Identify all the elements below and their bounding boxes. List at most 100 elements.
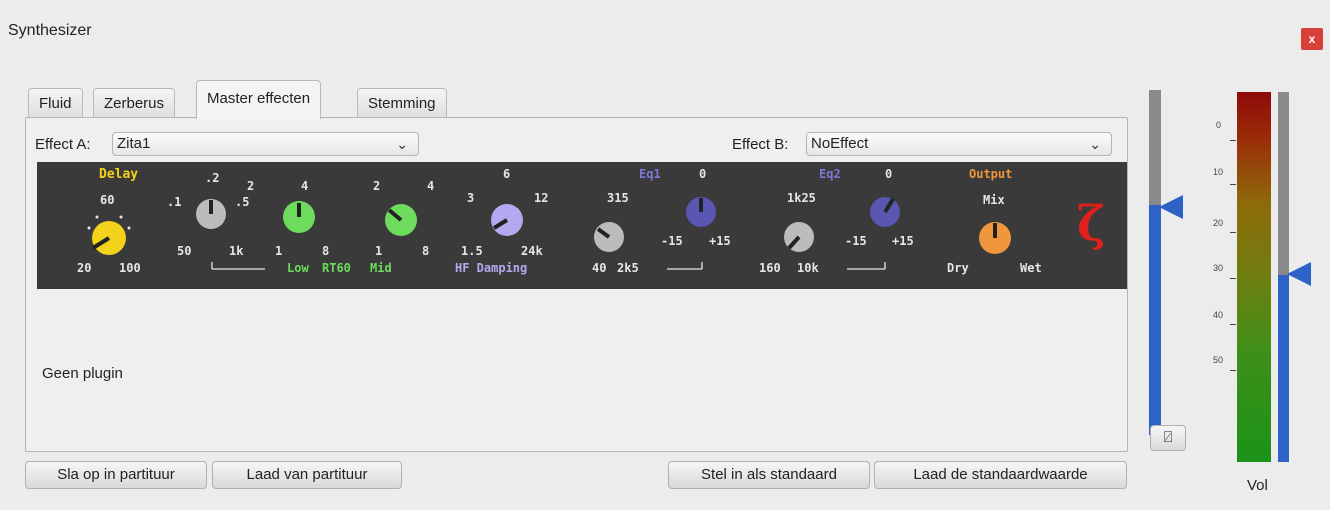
meter-scale-40: 40 — [1213, 310, 1224, 320]
eq2-freq-knob[interactable] — [784, 222, 814, 252]
title-bar: Synthesizer x — [0, 0, 1330, 60]
output-dry-label: Dry — [947, 261, 969, 275]
level-meter — [1237, 92, 1271, 462]
close-button[interactable]: x — [1301, 28, 1323, 50]
meter-scale-20: 20 — [1213, 218, 1224, 228]
hf-top-label: 6 — [503, 167, 510, 181]
meter-tick — [1230, 232, 1236, 233]
zita1-effect-panel: Delay 60 20 100 .2 .1 .5 50 1k 2 4 1 8 2… — [37, 162, 1127, 289]
xover-right-label: 1k — [229, 244, 244, 258]
rt60-mid-knob[interactable] — [385, 204, 417, 236]
volume-slider[interactable] — [1278, 92, 1311, 462]
eq1-title: Eq1 — [639, 167, 661, 181]
load-default-button[interactable]: Laad de standaardwaarde — [874, 461, 1127, 489]
set-as-default-button[interactable]: Stel in als standaard — [668, 461, 870, 489]
output-wet-label: Wet — [1020, 261, 1042, 275]
volume-label: Vol — [1247, 477, 1268, 494]
meter-tick — [1230, 370, 1236, 371]
rt60-low-knob[interactable] — [283, 201, 315, 233]
eq2-freq-top-label: 1k25 — [787, 191, 816, 205]
low-right-label: 8 — [322, 244, 329, 258]
tuning-fork-icon: ⍁ — [1163, 429, 1173, 446]
xover-left-label: 50 — [177, 244, 191, 258]
eq1-freq-knob[interactable] — [594, 222, 624, 252]
master-gain-slider[interactable] — [1149, 90, 1183, 435]
meter-tick — [1230, 278, 1236, 279]
eq2-freq-right-label: 10k — [797, 261, 819, 275]
eq2-gain-right-label: +15 — [892, 234, 914, 248]
meter-scale-0: 0 — [1216, 120, 1222, 130]
zita-logo: ζ — [1077, 196, 1105, 252]
tuning-fork-button[interactable]: ⍁ — [1150, 425, 1186, 451]
no-plugin-label: Geen plugin — [42, 365, 123, 382]
hf-damping-label: HF Damping — [455, 261, 527, 275]
meter-scale-50: 50 — [1213, 355, 1224, 365]
hf-damping-knob[interactable] — [491, 204, 523, 236]
meter-tick — [1230, 184, 1236, 185]
delay-knob[interactable] — [87, 215, 131, 256]
mid-left-label: 1 — [375, 244, 382, 258]
eq2-freq-left-label: 160 — [759, 261, 781, 275]
low-left-top-label: 2 — [247, 179, 254, 193]
low-left-label: 1 — [275, 244, 282, 258]
mid-right-label: 8 — [422, 244, 429, 258]
chevron-down-icon: ⌄ — [396, 136, 408, 152]
eq2-gain-knob[interactable] — [870, 197, 900, 227]
eq1-gain-top-label: 0 — [699, 167, 706, 181]
rt60-low-label: Low — [287, 261, 309, 275]
load-from-score-button[interactable]: Laad van partituur — [212, 461, 402, 489]
meter-tick — [1230, 324, 1236, 325]
window-title: Synthesizer — [8, 22, 92, 39]
meter-scale-10: 10 — [1213, 167, 1224, 177]
tab-stemming[interactable]: Stemming — [357, 88, 447, 118]
save-to-score-button[interactable]: Sla op in partituur — [25, 461, 207, 489]
low-right-top-label: 4 — [301, 179, 308, 193]
mid-right-top-label: 4 — [427, 179, 434, 193]
eq1-gain-knob[interactable] — [686, 197, 716, 227]
effect-b-label: Effect B: — [732, 136, 789, 153]
effect-a-value: Zita1 — [117, 135, 151, 152]
effect-b-select[interactable]: NoEffect ⌄ — [806, 132, 1112, 156]
rt60-mid-label: Mid — [370, 261, 392, 275]
volume-slider-track — [1278, 92, 1289, 275]
eq1-gain-right-label: +15 — [709, 234, 731, 248]
volume-slider-handle[interactable] — [1287, 262, 1313, 286]
master-gain-slider-fill — [1149, 205, 1161, 435]
hf-right-top-label: 12 — [534, 191, 548, 205]
master-gain-slider-track — [1149, 90, 1161, 205]
delay-title: Delay — [99, 167, 138, 182]
eq2-title: Eq2 — [819, 167, 841, 181]
output-mix-knob[interactable] — [979, 222, 1011, 254]
chevron-down-icon: ⌄ — [1089, 136, 1101, 152]
rt60-label: RT60 — [322, 261, 351, 275]
effect-b-value: NoEffect — [811, 135, 869, 152]
meter-tick — [1230, 140, 1236, 141]
eq2-gain-top-label: 0 — [885, 167, 892, 181]
master-gain-slider-handle[interactable] — [1159, 195, 1185, 219]
xover-top-label: .2 — [205, 171, 219, 185]
effect-a-select[interactable]: Zita1 ⌄ — [112, 132, 419, 156]
delay-top-label: 60 — [100, 193, 114, 207]
eq2-gain-left-label: -15 — [845, 234, 867, 248]
eq1-gain-left-label: -15 — [661, 234, 683, 248]
tab-master-effecten[interactable]: Master effecten — [196, 80, 322, 119]
hf-left-label: 1.5 — [461, 244, 483, 258]
delay-left-label: 20 — [77, 261, 91, 275]
output-mix-label: Mix — [983, 193, 1005, 207]
eq1-freq-top-label: 315 — [607, 191, 629, 205]
xover-right-top-label: .5 — [235, 195, 249, 209]
hf-left-top-label: 3 — [467, 191, 474, 205]
eq1-freq-right-label: 2k5 — [617, 261, 639, 275]
meter-scale-30: 30 — [1213, 263, 1224, 273]
tab-fluid[interactable]: Fluid — [28, 88, 83, 118]
hf-right-label: 24k — [521, 244, 543, 258]
delay-right-label: 100 — [119, 261, 141, 275]
effect-a-label: Effect A: — [35, 136, 91, 153]
output-title: Output — [969, 167, 1012, 181]
tab-zerberus[interactable]: Zerberus — [93, 88, 176, 118]
xover-left-top-label: .1 — [167, 195, 181, 209]
mid-left-top-label: 2 — [373, 179, 380, 193]
eq1-freq-left-label: 40 — [592, 261, 606, 275]
xover-knob[interactable] — [196, 199, 226, 229]
volume-slider-fill — [1278, 275, 1289, 462]
